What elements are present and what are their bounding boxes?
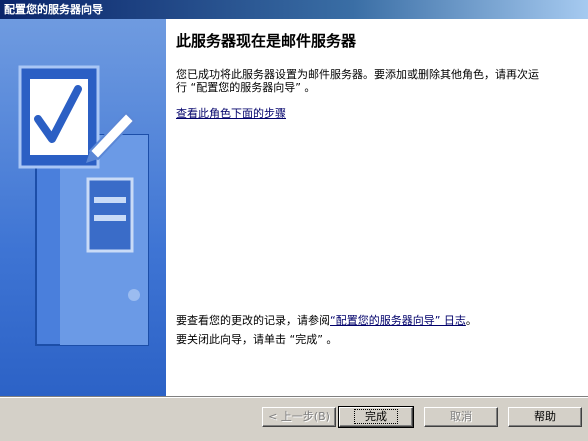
status-paragraph: 您已成功将此服务器设置为邮件服务器。要添加或删除其他角色，请再次运行 “配置您的… [176,68,539,94]
window-title: 配置您的服务器向导 [4,3,103,16]
log-line-prefix: 要查看您的更改的记录，请参阅 [176,314,330,327]
view-steps-link[interactable]: 查看此角色下面的步骤 [176,105,286,121]
finish-button[interactable]: 完成 [338,406,414,428]
log-line: 要查看您的更改的记录，请参阅“配置您的服务器向导” 日志。 [176,312,477,328]
button-separator [0,396,588,398]
help-button[interactable]: 帮助 [508,407,582,427]
back-button[interactable]: < 上一步(B) [262,407,336,427]
page-heading: 此服务器现在是邮件服务器 [176,32,357,50]
finish-button-label: 完成 [354,409,398,424]
log-line-suffix: 。 [465,314,477,327]
close-instruction: 要关闭此向导，请单击 “完成” 。 [176,333,338,346]
wizard-client-area: 此服务器现在是邮件服务器 您已成功将此服务器设置为邮件服务器。要添加或删除其他角… [0,19,588,396]
wizard-window: 配置您的服务器向导 此服务器现在是邮件服务器 您已成功将此服务器设置为邮件服务器… [0,0,588,441]
wizard-content: 此服务器现在是邮件服务器 您已成功将此服务器设置为邮件服务器。要添加或删除其他角… [176,19,576,396]
wizard-banner [0,19,166,396]
cancel-button[interactable]: 取消 [424,407,498,427]
server-checkmark-illustration [18,65,149,346]
title-bar[interactable]: 配置您的服务器向导 [0,0,588,19]
wizard-log-link[interactable]: “配置您的服务器向导” 日志 [330,314,466,327]
